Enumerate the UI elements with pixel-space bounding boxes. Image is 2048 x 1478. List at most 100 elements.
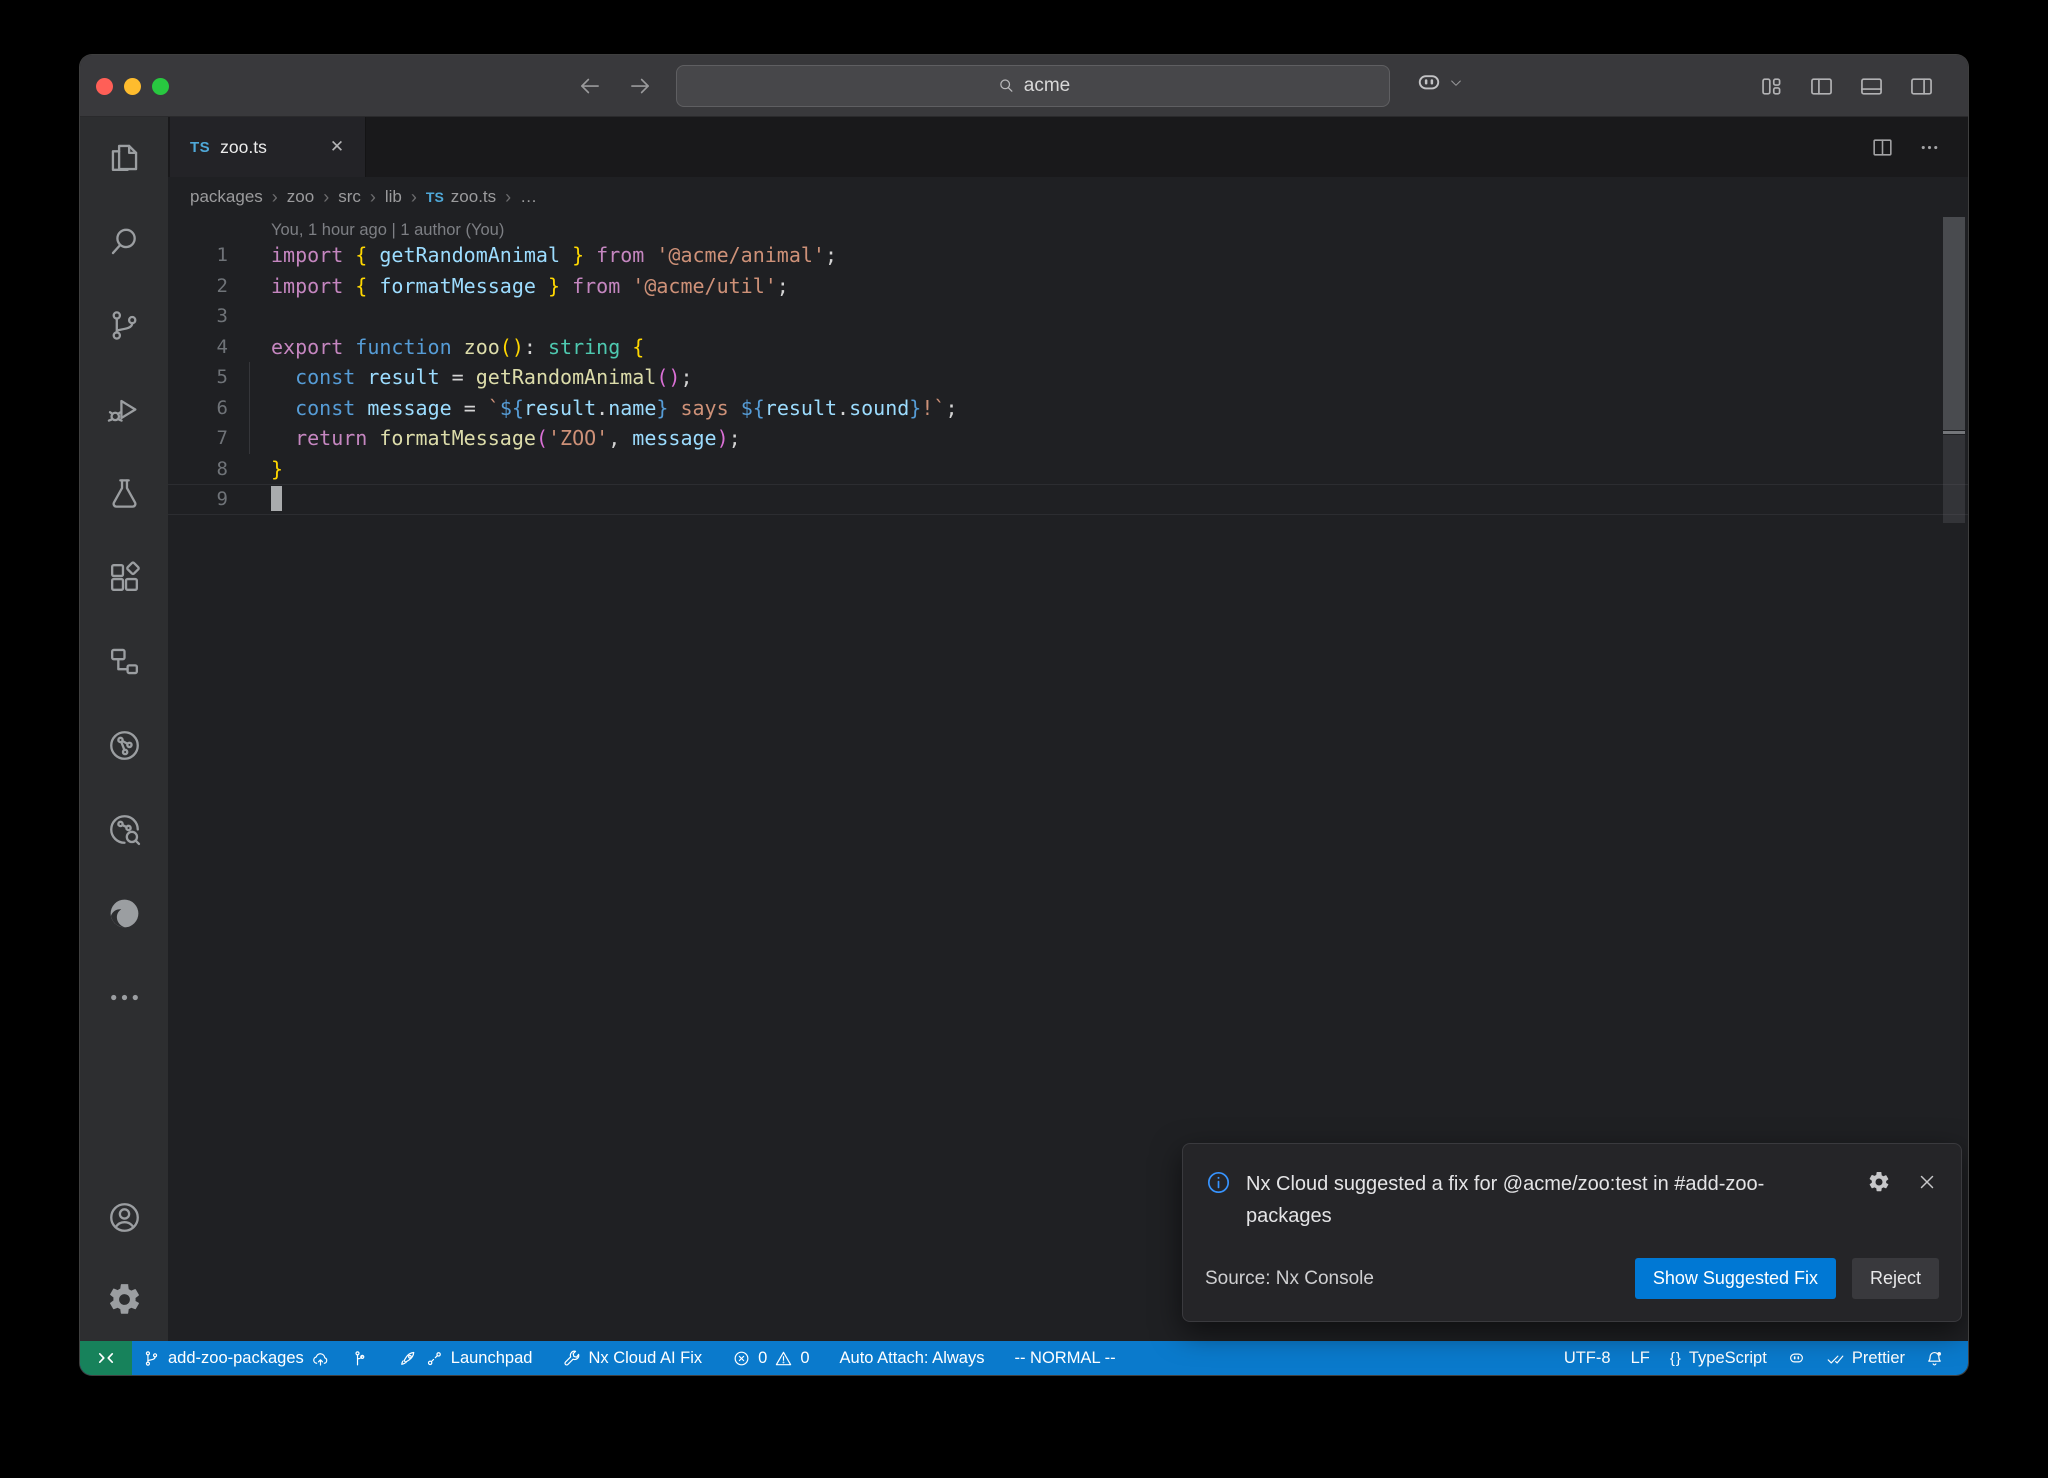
tab-zoo-ts[interactable]: TS zoo.ts ✕ <box>170 117 366 177</box>
statusbar-eol[interactable]: LF <box>1621 1341 1660 1375</box>
breadcrumb-item-lib[interactable]: lib <box>385 187 402 207</box>
breadcrumb-item-src[interactable]: src <box>338 187 361 207</box>
editor-more-actions-button[interactable] <box>1917 135 1942 160</box>
activity-item-testing[interactable] <box>104 473 144 513</box>
code-line-6: 6 const message = `${result.name} says $… <box>168 393 1968 424</box>
vscode-window: acme TS zoo.ts ✕ <box>80 55 1968 1375</box>
panel-icon <box>1858 73 1885 100</box>
show-suggested-fix-button[interactable]: Show Suggested Fix <box>1635 1258 1836 1299</box>
line-content: import { formatMessage } from '@acme/uti… <box>271 271 789 302</box>
notification-close-icon[interactable] <box>1915 1170 1939 1194</box>
edge-browser-icon <box>106 895 143 932</box>
notification-settings-gear-icon[interactable] <box>1867 1170 1891 1194</box>
extensions-icon <box>106 559 143 596</box>
customize-layout-icon <box>1758 73 1785 100</box>
line-content: import { getRandomAnimal } from '@acme/a… <box>271 240 837 271</box>
breadcrumb-item-packages[interactable]: packages <box>190 187 263 207</box>
chevron-down-icon <box>1448 75 1464 91</box>
toggle-panel-button[interactable] <box>1854 68 1888 104</box>
line-number: 1 <box>168 240 228 271</box>
git-graph-icon <box>350 1349 369 1368</box>
maximize-window-button[interactable] <box>152 78 169 95</box>
source-control-icon <box>106 307 143 344</box>
tab-close-button[interactable]: ✕ <box>325 135 349 159</box>
minimize-window-button[interactable] <box>124 78 141 95</box>
line-number: 6 <box>168 393 228 424</box>
search-icon <box>996 76 1016 96</box>
activity-item-nx-console[interactable] <box>104 725 144 765</box>
git-branch-icon <box>142 1349 161 1368</box>
customize-layout-button[interactable] <box>1754 68 1788 104</box>
project-hierarchy-icon <box>106 643 143 680</box>
code-line-1: 1 import { getRandomAnimal } from '@acme/… <box>168 240 1968 271</box>
line-content: const result = getRandomAnimal(); <box>271 362 693 393</box>
statusbar-launchpad[interactable]: Launchpad <box>389 1341 543 1375</box>
command-center-search[interactable]: acme <box>676 65 1390 107</box>
traffic-lights <box>96 78 169 95</box>
tab-label: zoo.ts <box>220 137 267 158</box>
remote-indicator[interactable] <box>80 1341 132 1375</box>
scrollbar-thumb[interactable] <box>1943 217 1965 430</box>
remote-icon <box>96 1348 116 1368</box>
account-icon <box>106 1199 143 1236</box>
toggle-primary-sidebar-button[interactable] <box>1804 68 1838 104</box>
line-content: return formatMessage('ZOO', message); <box>271 423 741 454</box>
line-number: 4 <box>168 332 228 363</box>
double-check-icon <box>1826 1349 1845 1368</box>
copilot-menu-button[interactable] <box>1414 68 1464 98</box>
activity-item-run-and-debug[interactable] <box>104 389 144 429</box>
cloud-upload-icon <box>311 1349 330 1368</box>
split-editor-button[interactable] <box>1870 135 1895 160</box>
statusbar-vim-mode[interactable]: -- NORMAL -- <box>1004 1341 1125 1375</box>
line-number: 7 <box>168 423 228 454</box>
more-views-icon <box>106 979 143 1016</box>
search-icon <box>106 223 143 260</box>
editor-cursor <box>271 486 282 511</box>
activity-item-explorer[interactable] <box>104 137 144 177</box>
chevron-right-icon: › <box>323 187 329 208</box>
activity-item-source-control[interactable] <box>104 305 144 345</box>
statusbar-nx-cloud-ai-fix[interactable]: Nx Cloud AI Fix <box>552 1341 712 1375</box>
chevron-right-icon: › <box>370 187 376 208</box>
statusbar-notifications[interactable] <box>1915 1341 1954 1375</box>
statusbar-problems[interactable]: 0 0 <box>722 1341 819 1375</box>
activity-item-account[interactable] <box>104 1197 144 1237</box>
nx-console-icon <box>106 727 143 764</box>
sidebar-right-icon <box>1908 73 1935 100</box>
code-line-5: 5 const result = getRandomAnimal(); <box>168 362 1968 393</box>
activity-item-search[interactable] <box>104 221 144 261</box>
statusbar-copilot[interactable] <box>1777 1341 1816 1375</box>
chevron-right-icon: › <box>411 187 417 208</box>
nav-back-button[interactable] <box>572 68 608 104</box>
code-line-3: 3 <box>168 301 1968 332</box>
error-icon <box>732 1349 751 1368</box>
nx-console-search-icon <box>106 811 143 848</box>
statusbar-prettier[interactable]: Prettier <box>1816 1341 1915 1375</box>
activity-item-settings-gear[interactable] <box>104 1279 144 1319</box>
breadcrumb-item-file[interactable]: TSzoo.ts <box>426 187 496 207</box>
typescript-file-icon: TS <box>426 189 444 205</box>
connect-icon <box>425 1349 444 1368</box>
rocket-icon <box>399 1349 418 1368</box>
close-window-button[interactable] <box>96 78 113 95</box>
breadcrumb-item-zoo[interactable]: zoo <box>287 187 314 207</box>
statusbar-branch[interactable]: add-zoo-packages <box>132 1341 340 1375</box>
activity-item-extensions[interactable] <box>104 557 144 597</box>
reject-button[interactable]: Reject <box>1852 1258 1939 1299</box>
breadcrumb-more[interactable]: … <box>520 187 537 207</box>
statusbar-language[interactable]: {} TypeScript <box>1660 1341 1777 1375</box>
nav-forward-button[interactable] <box>622 68 658 104</box>
settings-gear-icon <box>106 1281 143 1318</box>
activity-item-edge-browser[interactable] <box>104 893 144 933</box>
chevron-right-icon: › <box>505 187 511 208</box>
titlebar: acme <box>80 55 1968 117</box>
statusbar-git-graph[interactable] <box>340 1341 379 1375</box>
statusbar-auto-attach[interactable]: Auto Attach: Always <box>830 1341 995 1375</box>
line-number: 2 <box>168 271 228 302</box>
activity-item-project-hierarchy[interactable] <box>104 641 144 681</box>
toggle-secondary-sidebar-button[interactable] <box>1904 68 1938 104</box>
statusbar-encoding[interactable]: UTF-8 <box>1554 1341 1621 1375</box>
code-line-2: 2 import { formatMessage } from '@acme/ut… <box>168 271 1968 302</box>
activity-item-nx-console-search[interactable] <box>104 809 144 849</box>
activity-item-more-views[interactable] <box>104 977 144 1017</box>
